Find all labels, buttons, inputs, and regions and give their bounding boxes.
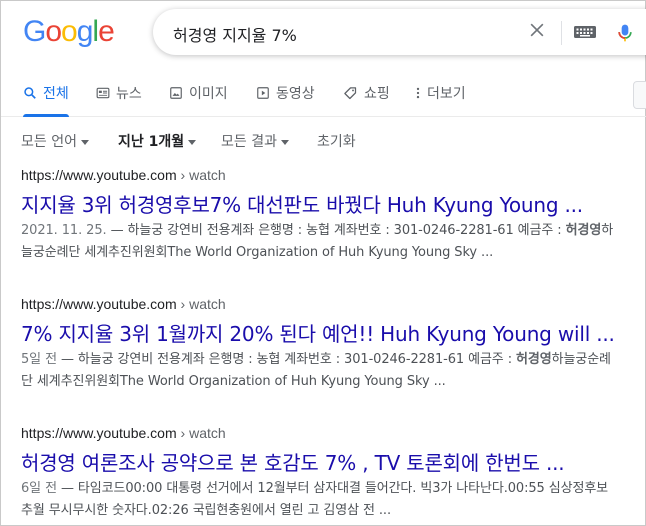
tab-label: 이미지: [189, 86, 228, 102]
search-icon: [24, 87, 36, 99]
more-vert-icon: [416, 87, 420, 99]
search-result: https://www.youtube.com › watch 7% 지지율 3…: [21, 296, 646, 393]
search-box[interactable]: 허경영 지지율 7%: [153, 9, 646, 55]
tab-label: 동영상: [276, 86, 315, 102]
news-icon: [96, 87, 110, 99]
result-date: 2021. 11. 25.: [21, 223, 107, 238]
snippet-text: — 하늘궁 강연비 전용계좌 은행명 : 농협 계좌번호 : 301-0246-…: [56, 352, 517, 367]
image-icon: [170, 87, 182, 99]
result-domain: https://www.youtube.com: [21, 167, 177, 183]
search-result: https://www.youtube.com › watch 허경영 여론조사…: [21, 425, 646, 522]
result-snippet: 5일 전 — 하늘궁 강연비 전용계좌 은행명 : 농협 계좌번호 : 301-…: [21, 349, 621, 393]
snippet-text: — 타임코드00:00 대통령 선거에서 12월부터 삼자대결 들어간다. 빅3…: [21, 481, 609, 518]
search-divider: [561, 21, 562, 45]
filter-results[interactable]: 모든 결과: [221, 131, 289, 151]
filter-language[interactable]: 모든 언어: [21, 131, 89, 151]
search-result: https://www.youtube.com › watch 지지율 3위 허…: [21, 167, 646, 264]
result-domain: https://www.youtube.com: [21, 296, 177, 312]
result-date: 6일 전: [21, 481, 57, 496]
result-url[interactable]: https://www.youtube.com › watch: [21, 167, 646, 183]
result-url[interactable]: https://www.youtube.com › watch: [21, 425, 646, 441]
tab-more[interactable]: 더보기: [415, 83, 466, 103]
tab-label: 전체: [43, 86, 69, 102]
filter-label: 초기화: [317, 134, 356, 150]
filter-label: 모든 결과: [221, 134, 277, 150]
snippet-highlight: 허경영: [516, 352, 552, 367]
result-path: › watch: [176, 296, 226, 312]
clear-icon[interactable]: [527, 20, 547, 40]
snippet-highlight: 허경영: [565, 223, 602, 238]
tab-label: 더보기: [427, 86, 466, 102]
result-title-link[interactable]: 7% 지지율 3위 1월까지 20% 된다 예언!! Huh Kyung You…: [21, 318, 646, 347]
search-input[interactable]: 허경영 지지율 7%: [173, 22, 297, 46]
result-path: › watch: [176, 167, 226, 183]
filter-time[interactable]: 지난 1개월: [118, 131, 197, 151]
result-snippet: 6일 전 — 타임코드00:00 대통령 선거에서 12월부터 삼자대결 들어간…: [21, 478, 621, 522]
result-domain: https://www.youtube.com: [21, 425, 177, 441]
caret-down-icon: [280, 139, 289, 145]
tab-shopping[interactable]: 쇼핑: [343, 83, 390, 103]
tab-label: 쇼핑: [364, 86, 390, 102]
result-title-link[interactable]: 허경영 여론조사 공약으로 본 호감도 7% , TV 토론회에 한번도 ...: [21, 447, 646, 476]
tag-icon: [344, 86, 357, 99]
tab-label: 뉴스: [116, 86, 142, 102]
result-snippet: 2021. 11. 25. — 하늘궁 강연비 전용계좌 은행명 : 농협 계좌…: [21, 220, 621, 264]
result-path: › watch: [176, 425, 226, 441]
tab-news[interactable]: 뉴스: [96, 83, 142, 103]
tab-all[interactable]: 전체: [23, 83, 69, 117]
snippet-text: — 하늘궁 강연비 전용계좌 은행명 : 농협 계좌번호 : 301-0246-…: [106, 223, 566, 238]
caret-down-icon: [188, 139, 197, 145]
tools-button[interactable]: [633, 81, 646, 109]
keyboard-icon[interactable]: [573, 24, 597, 40]
result-title-link[interactable]: 지지율 3위 허경영후보7% 대선판도 바꿨다 Huh Kyung Young …: [21, 189, 646, 218]
caret-down-icon: [80, 139, 89, 145]
google-logo[interactable]: Google: [23, 15, 115, 49]
result-url[interactable]: https://www.youtube.com › watch: [21, 296, 646, 312]
filter-reset[interactable]: 초기화: [317, 131, 356, 151]
tab-videos[interactable]: 동영상: [256, 83, 315, 103]
tab-images[interactable]: 이미지: [169, 83, 228, 103]
filter-label: 모든 언어: [21, 134, 77, 150]
video-icon: [257, 87, 269, 99]
microphone-icon[interactable]: [615, 21, 635, 45]
search-tabs: 전체 뉴스 이미지 동영상 쇼핑 더보기: [1, 79, 646, 117]
result-date: 5일 전: [21, 352, 57, 367]
filter-label: 지난 1개월: [118, 134, 185, 150]
